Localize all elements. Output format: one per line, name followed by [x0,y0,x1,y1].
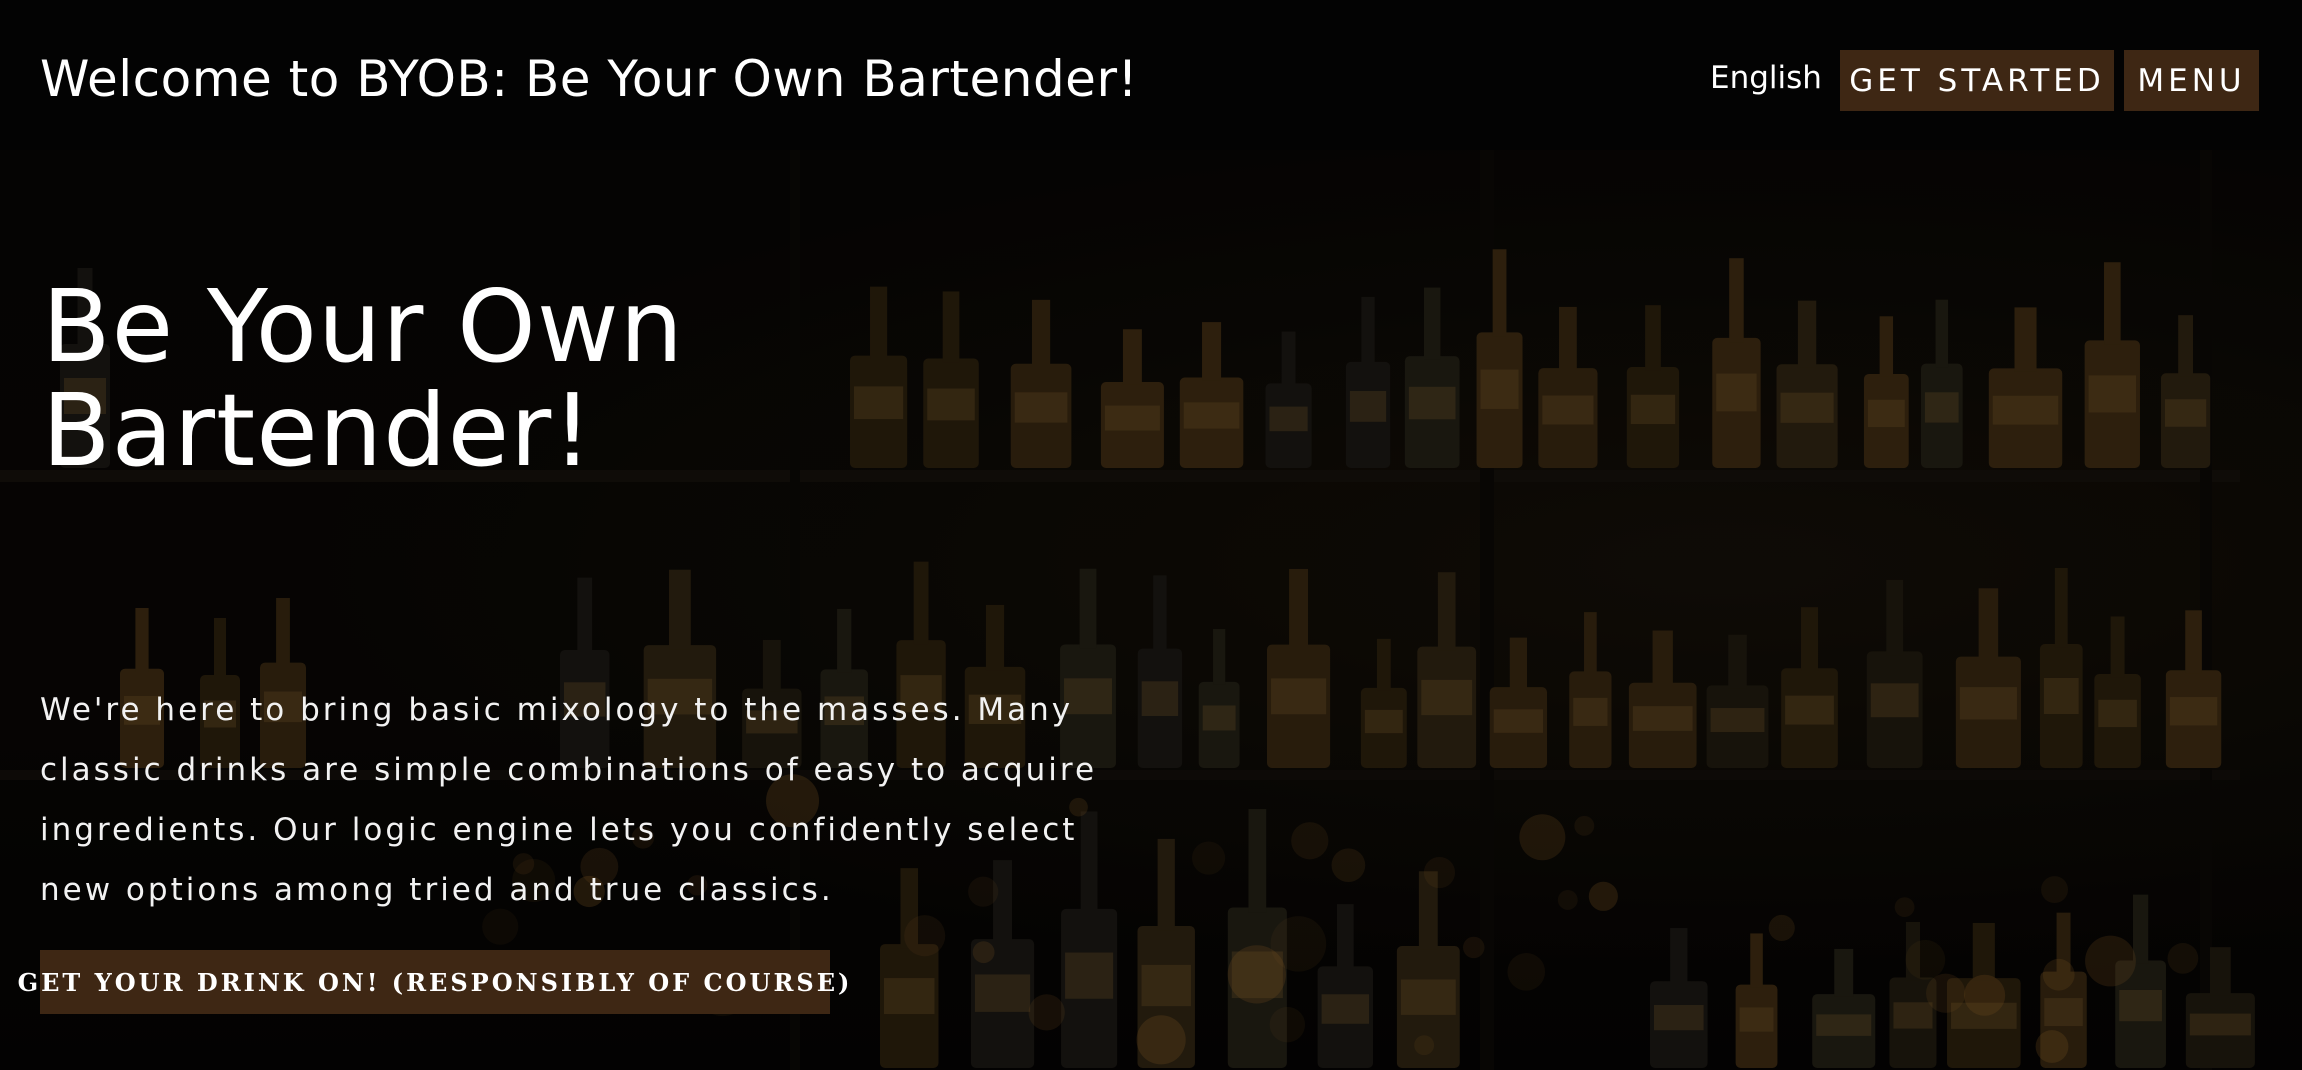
get-your-drink-on-button[interactable]: GET YOUR DRINK ON! (RESPONSIBLY OF COURS… [18,950,849,1014]
site-title: Welcome to BYOB: Be Your Own Bartender! [40,50,1139,108]
get-started-button[interactable]: GET STARTED [1840,50,2114,111]
menu-button[interactable]: MENU [2124,50,2259,111]
landing-page: Welcome to BYOB: Be Your Own Bartender! … [0,0,2302,1070]
language-selector[interactable]: English [1710,60,1822,96]
hero-description: We're here to bring basic mixology to th… [40,692,1098,908]
top-navigation-bar: Welcome to BYOB: Be Your Own Bartender! … [0,0,2302,150]
hero-title: Be Your Own Bartender! [42,268,685,489]
